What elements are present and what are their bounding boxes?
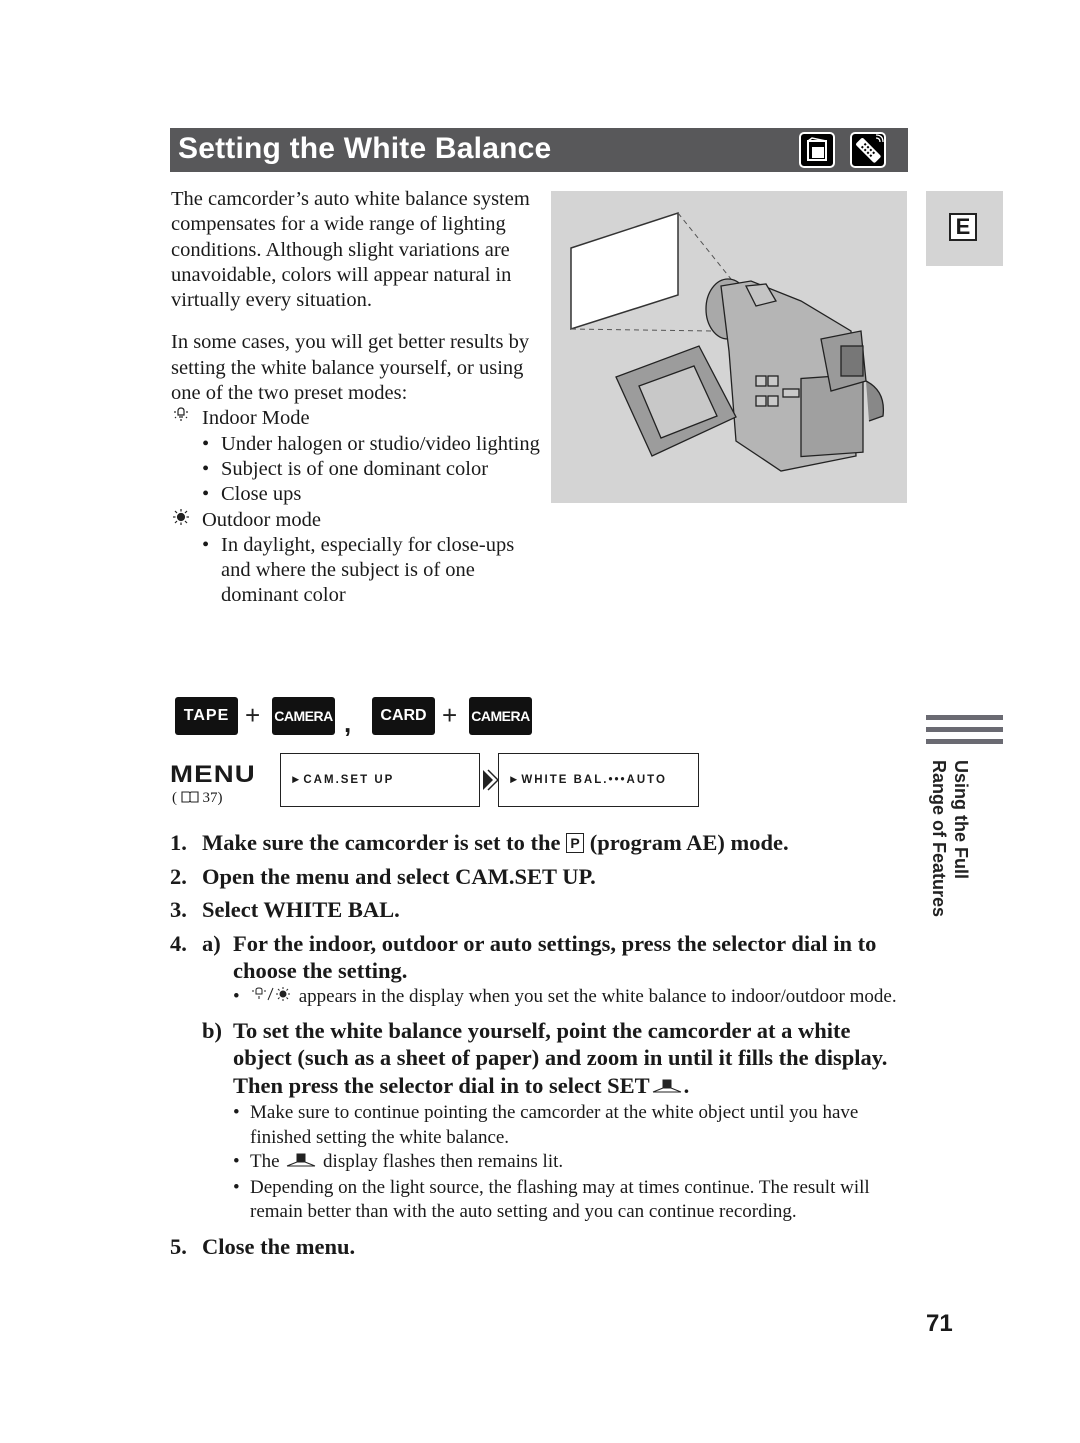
indoor-mode-label: Indoor Mode — [202, 407, 310, 430]
list-item: Subject is of one dominant color — [171, 457, 541, 483]
page-reference: ( 37) — [172, 790, 223, 806]
step-4b-note: The display flashes then remains lit. — [170, 1150, 910, 1176]
language-letter: E — [949, 213, 977, 241]
intro-section: The camcorder’s auto white balance syste… — [171, 187, 541, 609]
menu-screen-cam-set-up: ►CAM.SET UP — [280, 753, 480, 807]
plus-sign: + — [245, 700, 261, 730]
marker-bar — [926, 727, 1003, 732]
book-icon — [181, 791, 199, 803]
intro-paragraph: In some cases, you will get better resul… — [171, 331, 530, 405]
indoor-outdoor-icon — [250, 986, 294, 1011]
remote-control-icon — [850, 132, 886, 168]
white-paper-sheet — [570, 211, 679, 331]
list-item: Close ups — [171, 482, 541, 508]
section-label-line1: Using the Full — [951, 760, 971, 879]
camcorder-illustration — [551, 191, 907, 503]
instruction-steps: 1. Make sure the camcorder is set to the… — [170, 829, 910, 1266]
list-item: Under halogen or studio/video lighting — [171, 432, 541, 458]
section-label-line2: Range of Features — [929, 760, 949, 918]
camera-mode-badge: CAMERA — [469, 697, 532, 735]
page-reference-number: 37 — [202, 790, 218, 806]
intro-paragraph: The camcorder’s auto white balance syste… — [171, 188, 530, 312]
plus-sign: + — [442, 700, 458, 730]
step-4b-note: Depending on the light source, the flash… — [170, 1176, 910, 1225]
set-white-balance-icon — [650, 1074, 684, 1102]
marker-bar — [926, 715, 1003, 720]
outdoor-mode-label: Outdoor mode — [202, 508, 321, 531]
card-mode-badge: CARD — [372, 697, 435, 735]
outdoor-mode: Outdoor mode — [171, 508, 541, 533]
separator: , — [344, 708, 352, 738]
marker-bar — [926, 739, 1003, 744]
step-4a-note: appears in the display when you set the … — [170, 985, 910, 1011]
camera-mode-badge: CAMERA — [272, 697, 335, 735]
section-marker-bars — [926, 715, 1003, 751]
program-ae-icon: P — [566, 833, 585, 853]
menu-label: MENU — [170, 761, 256, 788]
double-chevron-right-icon — [481, 768, 500, 797]
list-item: In daylight, especially for close-ups an… — [171, 533, 541, 609]
camcorder — [615, 278, 885, 472]
step-4b: b) To set the white balance yourself, po… — [170, 1017, 910, 1102]
section-tab: Using the Full Range of Features — [926, 760, 976, 940]
step-1: 1. Make sure the camcorder is set to the… — [170, 830, 789, 855]
step-4a: a) For the indoor, outdoor or auto setti… — [202, 930, 877, 984]
camera-mode-icon — [799, 132, 835, 168]
step-2: 2. Open the menu and select CAM.SET UP. — [170, 863, 596, 889]
step-3: 3. Select WHITE BAL. — [170, 897, 400, 922]
step-4b-note: Make sure to continue pointing the camco… — [170, 1101, 910, 1150]
page-number: 71 — [926, 1310, 953, 1337]
indoor-mode: Indoor Mode — [171, 406, 541, 431]
tape-mode-badge: TAPE — [175, 697, 238, 735]
menu-screen-white-bal: ►WHITE BAL.•••AUTO — [498, 753, 699, 807]
set-white-balance-icon — [284, 1151, 318, 1176]
page-title: Setting the White Balance — [178, 132, 552, 165]
language-tab: E — [926, 191, 1003, 266]
step-4: 4. a) For the indoor, outdoor or auto se… — [170, 930, 910, 1225]
step-5: 5. Close the menu. — [170, 1233, 356, 1259]
section-title-bar: Setting the White Balance — [170, 128, 908, 172]
